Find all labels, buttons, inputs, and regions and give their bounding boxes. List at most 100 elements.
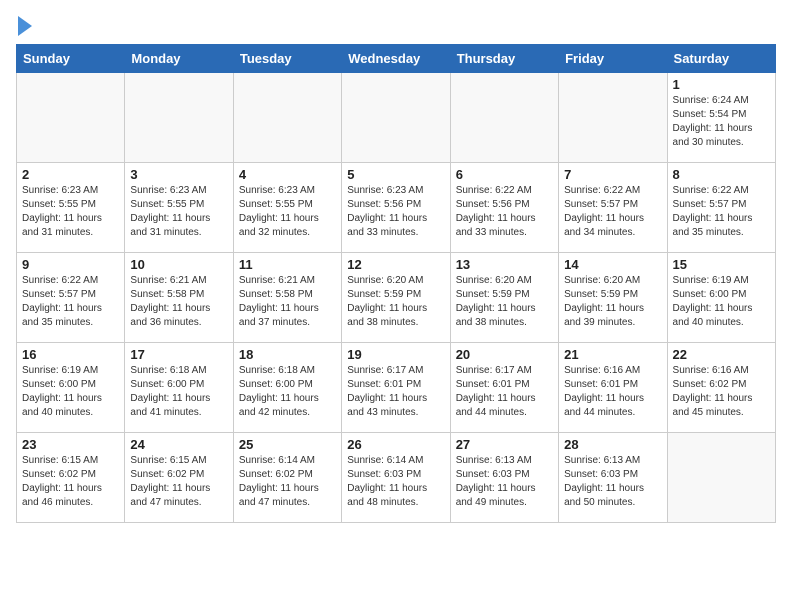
day-info: Sunrise: 6:15 AM Sunset: 6:02 PM Dayligh… <box>22 454 119 510</box>
calendar-day-cell: 13 Sunrise: 6:20 AM Sunset: 5:59 PM Dayli… <box>450 253 558 343</box>
day-number: 24 <box>130 437 227 452</box>
calendar-day-cell: 21Sunrise: 6:16 AM Sunset: 6:01 PM Dayli… <box>559 343 667 433</box>
day-info: Sunrise: 6:20 AM Sunset: 5:59 PM Dayligh… <box>456 274 553 330</box>
calendar-day-cell: 20 Sunrise: 6:17 AM Sunset: 6:01 PM Dayli… <box>450 343 558 433</box>
day-number: 17 <box>130 347 227 362</box>
day-number: 10 <box>130 257 227 272</box>
day-number: 23 <box>22 437 119 452</box>
calendar-header-saturday: Saturday <box>667 45 775 73</box>
calendar-day-cell: 28 Sunrise: 6:13 AM Sunset: 6:03 PM Dayli… <box>559 433 667 523</box>
day-info: Sunrise: 6:22 AM Sunset: 5:56 PM Dayligh… <box>456 184 553 240</box>
calendar-week-row: 16 Sunrise: 6:19 AM Sunset: 6:00 PM Dayli… <box>17 343 776 433</box>
day-info: Sunrise: 6:13 AM Sunset: 6:03 PM Dayligh… <box>456 454 553 510</box>
calendar-day-cell: 23 Sunrise: 6:15 AM Sunset: 6:02 PM Dayli… <box>17 433 125 523</box>
day-number: 2 <box>22 167 119 182</box>
day-info: Sunrise: 6:17 AM Sunset: 6:01 PM Dayligh… <box>347 364 444 420</box>
day-info: Sunrise: 6:22 AM Sunset: 5:57 PM Dayligh… <box>673 184 770 240</box>
calendar-day-cell: 7 Sunrise: 6:22 AM Sunset: 5:57 PM Daylig… <box>559 163 667 253</box>
day-number: 4 <box>239 167 336 182</box>
logo-arrow-icon <box>18 16 32 36</box>
calendar-day-cell: 12Sunrise: 6:20 AM Sunset: 5:59 PM Dayli… <box>342 253 450 343</box>
day-info: Sunrise: 6:23 AM Sunset: 5:55 PM Dayligh… <box>22 184 119 240</box>
day-number: 14 <box>564 257 661 272</box>
day-number: 20 <box>456 347 553 362</box>
calendar-day-cell: 11 Sunrise: 6:21 AM Sunset: 5:58 PM Dayli… <box>233 253 341 343</box>
calendar-day-cell <box>17 73 125 163</box>
day-info: Sunrise: 6:18 AM Sunset: 6:00 PM Dayligh… <box>130 364 227 420</box>
calendar-day-cell: 25 Sunrise: 6:14 AM Sunset: 6:02 PM Dayli… <box>233 433 341 523</box>
day-number: 7 <box>564 167 661 182</box>
calendar-day-cell: 1Sunrise: 6:24 AM Sunset: 5:54 PM Daylig… <box>667 73 775 163</box>
calendar-header-sunday: Sunday <box>17 45 125 73</box>
day-number: 9 <box>22 257 119 272</box>
calendar-day-cell: 26 Sunrise: 6:14 AM Sunset: 6:03 PM Dayli… <box>342 433 450 523</box>
day-info: Sunrise: 6:16 AM Sunset: 6:02 PM Dayligh… <box>673 364 770 420</box>
calendar-day-cell: 4 Sunrise: 6:23 AM Sunset: 5:55 PM Daylig… <box>233 163 341 253</box>
day-info: Sunrise: 6:22 AM Sunset: 5:57 PM Dayligh… <box>22 274 119 330</box>
day-info: Sunrise: 6:14 AM Sunset: 6:03 PM Dayligh… <box>347 454 444 510</box>
day-number: 16 <box>22 347 119 362</box>
day-info: Sunrise: 6:19 AM Sunset: 6:00 PM Dayligh… <box>673 274 770 330</box>
day-number: 8 <box>673 167 770 182</box>
calendar-day-cell: 27 Sunrise: 6:13 AM Sunset: 6:03 PM Dayli… <box>450 433 558 523</box>
day-number: 22 <box>673 347 770 362</box>
calendar-week-row: 9 Sunrise: 6:22 AM Sunset: 5:57 PM Daylig… <box>17 253 776 343</box>
calendar-day-cell: 17 Sunrise: 6:18 AM Sunset: 6:00 PM Dayli… <box>125 343 233 433</box>
calendar-day-cell: 18 Sunrise: 6:18 AM Sunset: 6:00 PM Dayli… <box>233 343 341 433</box>
calendar-header-thursday: Thursday <box>450 45 558 73</box>
day-number: 28 <box>564 437 661 452</box>
day-number: 18 <box>239 347 336 362</box>
calendar-week-row: 1Sunrise: 6:24 AM Sunset: 5:54 PM Daylig… <box>17 73 776 163</box>
day-info: Sunrise: 6:18 AM Sunset: 6:00 PM Dayligh… <box>239 364 336 420</box>
day-number: 25 <box>239 437 336 452</box>
day-info: Sunrise: 6:22 AM Sunset: 5:57 PM Dayligh… <box>564 184 661 240</box>
calendar-header-row: SundayMondayTuesdayWednesdayThursdayFrid… <box>17 45 776 73</box>
day-number: 3 <box>130 167 227 182</box>
calendar-day-cell: 8 Sunrise: 6:22 AM Sunset: 5:57 PM Daylig… <box>667 163 775 253</box>
day-info: Sunrise: 6:23 AM Sunset: 5:55 PM Dayligh… <box>239 184 336 240</box>
calendar-day-cell <box>667 433 775 523</box>
calendar-day-cell: 16 Sunrise: 6:19 AM Sunset: 6:00 PM Dayli… <box>17 343 125 433</box>
calendar-day-cell <box>450 73 558 163</box>
day-info: Sunrise: 6:17 AM Sunset: 6:01 PM Dayligh… <box>456 364 553 420</box>
calendar-header-tuesday: Tuesday <box>233 45 341 73</box>
calendar-day-cell <box>125 73 233 163</box>
day-number: 6 <box>456 167 553 182</box>
calendar-header-friday: Friday <box>559 45 667 73</box>
calendar-day-cell: 9 Sunrise: 6:22 AM Sunset: 5:57 PM Daylig… <box>17 253 125 343</box>
calendar-day-cell: 5 Sunrise: 6:23 AM Sunset: 5:56 PM Daylig… <box>342 163 450 253</box>
day-number: 26 <box>347 437 444 452</box>
logo <box>16 16 32 36</box>
day-info: Sunrise: 6:24 AM Sunset: 5:54 PM Dayligh… <box>673 94 770 150</box>
day-info: Sunrise: 6:23 AM Sunset: 5:56 PM Dayligh… <box>347 184 444 240</box>
calendar-week-row: 23 Sunrise: 6:15 AM Sunset: 6:02 PM Dayli… <box>17 433 776 523</box>
calendar-table: SundayMondayTuesdayWednesdayThursdayFrid… <box>16 44 776 523</box>
calendar-day-cell: 3 Sunrise: 6:23 AM Sunset: 5:55 PM Daylig… <box>125 163 233 253</box>
day-number: 21 <box>564 347 661 362</box>
day-info: Sunrise: 6:20 AM Sunset: 5:59 PM Dayligh… <box>347 274 444 330</box>
day-number: 13 <box>456 257 553 272</box>
calendar-day-cell: 15 Sunrise: 6:19 AM Sunset: 6:00 PM Dayli… <box>667 253 775 343</box>
day-number: 19 <box>347 347 444 362</box>
calendar-day-cell <box>342 73 450 163</box>
day-info: Sunrise: 6:14 AM Sunset: 6:02 PM Dayligh… <box>239 454 336 510</box>
calendar-day-cell: 19 Sunrise: 6:17 AM Sunset: 6:01 PM Dayli… <box>342 343 450 433</box>
day-number: 27 <box>456 437 553 452</box>
calendar-day-cell: 22 Sunrise: 6:16 AM Sunset: 6:02 PM Dayli… <box>667 343 775 433</box>
day-info: Sunrise: 6:13 AM Sunset: 6:03 PM Dayligh… <box>564 454 661 510</box>
day-number: 15 <box>673 257 770 272</box>
day-info: Sunrise: 6:19 AM Sunset: 6:00 PM Dayligh… <box>22 364 119 420</box>
day-info: Sunrise: 6:21 AM Sunset: 5:58 PM Dayligh… <box>130 274 227 330</box>
calendar-day-cell <box>559 73 667 163</box>
day-number: 11 <box>239 257 336 272</box>
calendar-header-wednesday: Wednesday <box>342 45 450 73</box>
calendar-day-cell: 24 Sunrise: 6:15 AM Sunset: 6:02 PM Dayli… <box>125 433 233 523</box>
day-info: Sunrise: 6:15 AM Sunset: 6:02 PM Dayligh… <box>130 454 227 510</box>
day-info: Sunrise: 6:21 AM Sunset: 5:58 PM Dayligh… <box>239 274 336 330</box>
page-header <box>16 16 776 36</box>
calendar-day-cell: 6 Sunrise: 6:22 AM Sunset: 5:56 PM Daylig… <box>450 163 558 253</box>
calendar-day-cell: 2 Sunrise: 6:23 AM Sunset: 5:55 PM Daylig… <box>17 163 125 253</box>
day-number: 5 <box>347 167 444 182</box>
calendar-day-cell: 10 Sunrise: 6:21 AM Sunset: 5:58 PM Dayli… <box>125 253 233 343</box>
day-info: Sunrise: 6:23 AM Sunset: 5:55 PM Dayligh… <box>130 184 227 240</box>
